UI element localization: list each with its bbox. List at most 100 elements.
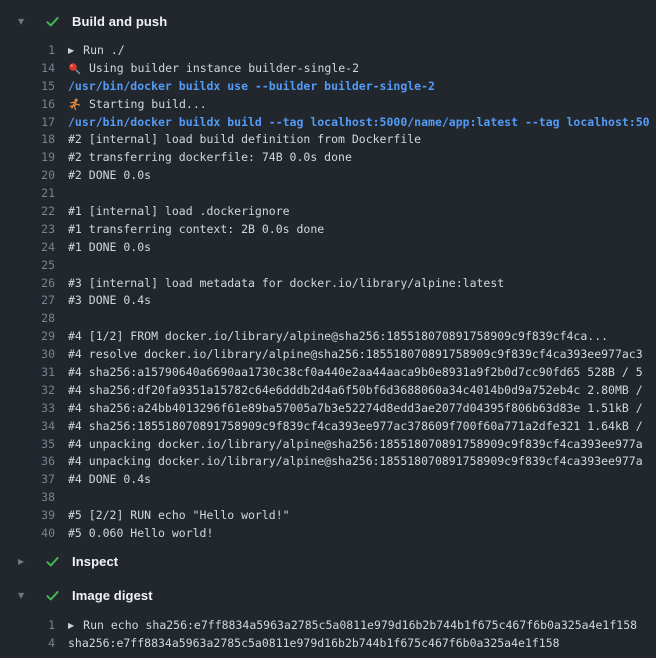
log-line: 15/usr/bin/docker buildx use --builder b… (0, 78, 656, 96)
log-text: #3 [internal] load metadata for docker.i… (68, 275, 504, 293)
line-number[interactable]: 35 (0, 436, 55, 454)
log-text: Using builder instance builder-single-2 (89, 60, 359, 78)
log-text: #4 sha256:df20fa9351a15782c64e6dddb2d4a6… (68, 382, 643, 400)
line-number[interactable]: 23 (0, 221, 55, 239)
line-number[interactable]: 34 (0, 418, 55, 436)
log-line-content: #4 sha256:df20fa9351a15782c64e6dddb2d4a6… (68, 382, 643, 400)
line-number[interactable]: 26 (0, 275, 55, 293)
step-image-digest: ▼Image digest1▶Run echo sha256:e7ff8834a… (0, 585, 656, 653)
log-line: 26 #3 [internal] load metadata for docker… (0, 275, 656, 293)
log-line: 39 #5 [2/2] RUN echo "Hello world!" (0, 507, 656, 525)
log-line: 27 #3 DONE 0.4s (0, 292, 656, 310)
log-text: #5 0.060 Hello world! (68, 525, 213, 543)
run-group-expand-icon[interactable]: ▶ (68, 617, 74, 635)
line-number[interactable]: 20 (0, 167, 55, 185)
log-text: #4 sha256:a15790640a6690aa1730c38cf0a440… (68, 364, 643, 382)
log-line-content: #1 [internal] load .dockerignore (68, 203, 290, 221)
line-number[interactable]: 28 (0, 310, 55, 328)
line-number[interactable]: 19 (0, 149, 55, 167)
log-line: 1 ▶ Run ./ (0, 42, 656, 60)
step-log-image-digest: 1▶Run echo sha256:e7ff8834a5963a2785c5a0… (0, 617, 656, 653)
log-text: sha256:e7ff8834a5963a2785c5a0811e979d16b… (68, 635, 560, 653)
step-header-build-and-push[interactable]: ▼ Build and push (0, 10, 656, 32)
step-header-inspect[interactable]: ▶ Inspect (0, 551, 656, 573)
log-line-content: #2 transferring dockerfile: 74B 0.0s don… (68, 149, 352, 167)
step-title: Inspect (72, 554, 118, 569)
line-number[interactable]: 17 (0, 114, 55, 132)
log-text: #4 [1/2] FROM docker.io/library/alpine@s… (68, 328, 608, 346)
step-title: Build and push (72, 14, 167, 29)
line-number[interactable]: 27 (0, 292, 55, 310)
log-text: #2 DONE 0.0s (68, 167, 151, 185)
log-line: 31 #4 sha256:a15790640a6690aa1730c38cf0a4… (0, 364, 656, 382)
log-text: Starting build... (89, 96, 207, 114)
line-number[interactable]: 38 (0, 489, 55, 507)
line-number[interactable]: 14 (0, 60, 55, 78)
line-number[interactable]: 29 (0, 328, 55, 346)
log-line-content: #1 transferring context: 2B 0.0s done (68, 221, 324, 239)
log-text: #1 [internal] load .dockerignore (68, 203, 290, 221)
check-icon (45, 588, 60, 603)
log-line-content: #4 [1/2] FROM docker.io/library/alpine@s… (68, 328, 608, 346)
command-line: /usr/bin/docker buildx build --tag local… (68, 114, 650, 132)
log-line: 21 (0, 185, 656, 203)
step-build-and-push: ▼ Build and push 1 ▶ Run ./ 14 Using builder i… (0, 10, 656, 543)
line-number[interactable]: 40 (0, 525, 55, 543)
log-text: #4 resolve docker.io/library/alpine@sha2… (68, 346, 643, 364)
line-number[interactable]: 4 (0, 635, 55, 653)
line-number[interactable]: 31 (0, 364, 55, 382)
log-line: 30 #4 resolve docker.io/library/alpine@sh… (0, 346, 656, 364)
log-line: 23 #1 transferring context: 2B 0.0s done (0, 221, 656, 239)
line-number[interactable]: 39 (0, 507, 55, 525)
log-line-content: #4 sha256:a24bb4013296f61e89ba57005a7b3e… (68, 400, 643, 418)
log-text: #4 DONE 0.4s (68, 471, 151, 489)
chevron-down-icon[interactable]: ▼ (18, 17, 30, 26)
log-line: 33 #4 sha256:a24bb4013296f61e89ba57005a7b… (0, 400, 656, 418)
log-text: #4 sha256:185518070891758909c9f839cf4ca3… (68, 418, 643, 436)
step-header-image-digest[interactable]: ▼Image digest (0, 585, 656, 607)
line-number[interactable]: 1 (0, 42, 55, 60)
line-number[interactable]: 37 (0, 471, 55, 489)
log-text: /usr/bin/docker buildx build --tag local… (68, 114, 650, 132)
log-line: 24#1 DONE 0.0s (0, 239, 656, 257)
line-number[interactable]: 1 (0, 617, 55, 635)
log-line: 14 Using builder instance builder-single-… (0, 60, 656, 78)
log-line-content: Using builder instance builder-single-2 (68, 60, 359, 78)
log-text: #5 [2/2] RUN echo "Hello world!" (68, 507, 290, 525)
line-number[interactable]: 16 (0, 96, 55, 114)
line-number[interactable]: 21 (0, 185, 55, 203)
run-group-expand-icon[interactable]: ▶ (68, 42, 74, 60)
log-line-content: ▶ Run ./ (68, 42, 125, 60)
chevron-down-icon[interactable]: ▼ (18, 591, 30, 600)
log-text: Run ./ (83, 42, 125, 60)
line-number[interactable]: 24 (0, 239, 55, 257)
log-line: 38 (0, 489, 656, 507)
log-line-content: #3 [internal] load metadata for docker.i… (68, 275, 504, 293)
log-line: 37 #4 DONE 0.4s (0, 471, 656, 489)
log-text: #4 sha256:a24bb4013296f61e89ba57005a7b3e… (68, 400, 643, 418)
log-text: #4 unpacking docker.io/library/alpine@sh… (68, 453, 643, 471)
log-line-content: #4 resolve docker.io/library/alpine@sha2… (68, 346, 643, 364)
line-number[interactable]: 36 (0, 453, 55, 471)
log-line-content: #5 0.060 Hello world! (68, 525, 213, 543)
line-number[interactable]: 18 (0, 131, 55, 149)
log-line: 1▶Run echo sha256:e7ff8834a5963a2785c5a0… (0, 617, 656, 635)
line-number[interactable]: 15 (0, 78, 55, 96)
log-line: 32 #4 sha256:df20fa9351a15782c64e6dddb2d4… (0, 382, 656, 400)
step-log-build-and-push: 1 ▶ Run ./ 14 Using builder instance builder… (0, 42, 656, 543)
line-number[interactable]: 22 (0, 203, 55, 221)
line-number[interactable]: 32 (0, 382, 55, 400)
pushpin-icon (68, 62, 81, 75)
line-number[interactable]: 30 (0, 346, 55, 364)
line-number[interactable]: 25 (0, 257, 55, 275)
log-line-content: #4 sha256:a15790640a6690aa1730c38cf0a440… (68, 364, 643, 382)
log-line-content: #4 DONE 0.4s (68, 471, 151, 489)
log-line: 35#4 unpacking docker.io/library/alpine@… (0, 436, 656, 454)
log-line-content: #2 DONE 0.0s (68, 167, 151, 185)
log-line-content: #4 sha256:185518070891758909c9f839cf4ca3… (68, 418, 643, 436)
line-number[interactable]: 33 (0, 400, 55, 418)
log-line-content: #3 DONE 0.4s (68, 292, 151, 310)
log-text: #2 transferring dockerfile: 74B 0.0s don… (68, 149, 352, 167)
log-line: 17/usr/bin/docker buildx build --tag loc… (0, 114, 656, 132)
chevron-right-icon[interactable]: ▶ (18, 557, 30, 566)
